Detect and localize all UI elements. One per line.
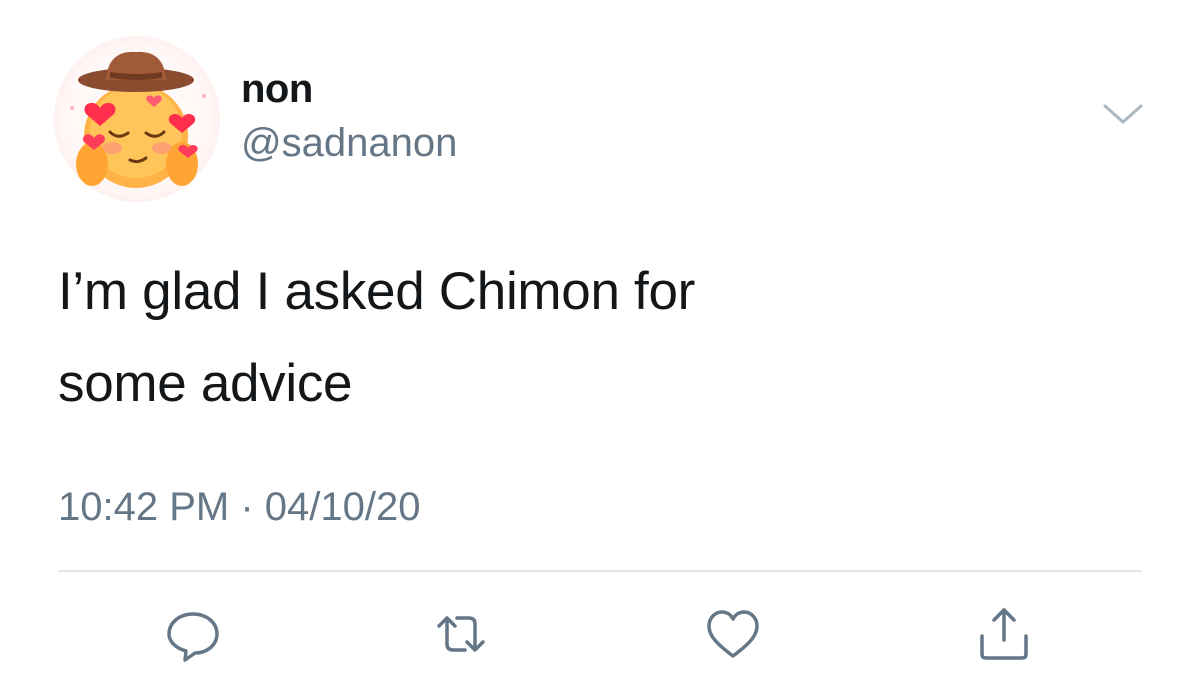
tweet-text-line-1: I’m glad I asked Chimon for xyxy=(58,262,696,321)
tweet-card: non @sadnanon I’m glad I asked Chimon fo… xyxy=(0,0,1200,699)
tweet-date: 04/10/20 xyxy=(264,485,421,529)
like-button[interactable] xyxy=(703,604,763,664)
tweet-text-line-2: some advice xyxy=(58,354,353,413)
tweet-timestamp[interactable]: 10:42 PM · 04/10/20 xyxy=(58,482,421,532)
avatar[interactable] xyxy=(54,36,220,202)
retweet-button[interactable] xyxy=(431,604,491,664)
divider xyxy=(58,570,1142,572)
reply-button[interactable] xyxy=(163,604,223,664)
share-button[interactable] xyxy=(974,604,1034,664)
tweet-time: 10:42 PM xyxy=(58,485,230,529)
tweet-text: I’m glad I asked Chimon for some advice xyxy=(58,246,1138,430)
display-name[interactable]: non xyxy=(241,64,313,114)
chevron-down-icon[interactable] xyxy=(1102,100,1144,128)
retweet-arrows-icon xyxy=(437,616,485,652)
speech-bubble-icon xyxy=(167,612,219,662)
meta-separator: · xyxy=(240,485,254,529)
emoji-avatar-icon xyxy=(70,51,206,188)
share-upload-icon xyxy=(980,608,1028,660)
heart-outline-icon xyxy=(707,610,759,658)
user-handle[interactable]: @sadnanon xyxy=(241,118,457,168)
